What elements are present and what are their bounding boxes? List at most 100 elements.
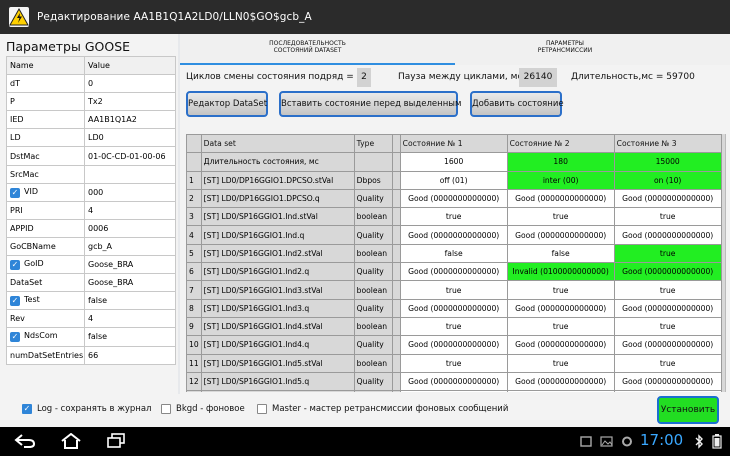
state-value-cell[interactable]: Good (0000000000000)	[613, 371, 722, 392]
install-button[interactable]: Установить	[657, 396, 719, 424]
state-value-cell[interactable]: Good (0000000000000)	[506, 298, 615, 318]
param-row[interactable]: SrcMac	[6, 164, 176, 184]
state-value-cell[interactable]: Good (0000000000000)	[506, 225, 615, 245]
state-value-cell[interactable]: Good (0000000000000)	[613, 188, 722, 209]
state-value-cell[interactable]: true	[613, 243, 722, 264]
duration-value[interactable]: 15000	[613, 152, 722, 172]
param-value[interactable]: 66	[84, 345, 176, 365]
table-row[interactable]: 4 [ST] LD0/SP16GGIO1.Ind.q Quality Good (00…	[186, 225, 722, 245]
param-row[interactable]: PRI 4	[6, 200, 176, 220]
state-value-cell[interactable]: Good (0000000000000)	[506, 335, 615, 355]
table-row[interactable]: 6 [ST] LD0/SP16GGIO1.Ind2.q Quality Good (0…	[186, 262, 722, 282]
param-row[interactable]: LD LD0	[6, 128, 176, 148]
state-value-cell[interactable]: on (10)	[613, 170, 722, 190]
param-row[interactable]: ✓ NdsCom false	[6, 327, 176, 347]
tab-retransmission-params[interactable]: ПАРАМЕТРЫ РЕТРАНСМИССИИ	[505, 40, 625, 54]
param-value[interactable]: 0	[84, 74, 176, 94]
param-value[interactable]: AA1B1Q1A2	[84, 110, 176, 130]
param-value[interactable]: 4	[84, 200, 176, 220]
param-row[interactable]: IED AA1B1Q1A2	[6, 110, 176, 130]
insert-state-button[interactable]: Вставить состояние перед выделенным	[279, 91, 461, 117]
param-row[interactable]: ✓ GoID Goose_BRA	[6, 255, 176, 275]
cycles-input[interactable]: 2	[357, 68, 371, 87]
state-value-cell[interactable]: true	[506, 207, 615, 227]
param-value[interactable]: Tx2	[84, 92, 176, 112]
master-checkbox[interactable]: Master - мастер ретрансмиссии фоновых со…	[257, 404, 508, 414]
table-row[interactable]: 13	[186, 390, 722, 392]
param-row[interactable]: Rev 4	[6, 309, 176, 329]
add-state-button[interactable]: Добавить состояние	[470, 91, 564, 117]
param-row[interactable]: ✓ VID 000	[6, 182, 176, 202]
pause-input[interactable]: 26140	[519, 68, 557, 87]
state-value-cell[interactable]: Good (0000000000000)	[399, 262, 508, 282]
param-value[interactable]: false	[84, 327, 176, 347]
param-row[interactable]: P Tx2	[6, 92, 176, 112]
param-row[interactable]: APPID 0006	[6, 218, 176, 238]
state-value-cell[interactable]: off (01)	[399, 170, 508, 190]
state-value-cell[interactable]: true	[399, 316, 508, 337]
state-value-cell[interactable]: Good (0000000000000)	[399, 371, 508, 392]
param-value[interactable]: LD0	[84, 128, 176, 148]
back-icon[interactable]	[14, 433, 36, 449]
state-value-cell[interactable]	[506, 390, 615, 392]
table-row[interactable]: 11 [ST] LD0/SP16GGIO1.Ind5.stVal boolean tr…	[186, 353, 722, 373]
state-value-cell[interactable]: true	[399, 280, 508, 300]
param-row[interactable]: dT 0	[6, 74, 176, 94]
state-value-cell[interactable]: Good (0000000000000)	[506, 371, 615, 392]
tab-dataset-sequence[interactable]: ПОСЛЕДОВАТЕЛЬНОСТЬ СОСТОЯНИЙ DATASET	[230, 40, 385, 54]
param-value[interactable]: gcb_A	[84, 236, 176, 257]
state-value-cell[interactable]: Good (0000000000000)	[613, 225, 722, 245]
state-value-cell[interactable]: true	[613, 353, 722, 373]
state-value-cell[interactable]	[613, 390, 722, 392]
checkbox-checked-icon[interactable]: ✓	[10, 332, 20, 343]
recent-apps-icon[interactable]	[106, 433, 126, 449]
param-row[interactable]: numDatSetEntries 66	[6, 345, 176, 365]
state-value-cell[interactable]: Good (0000000000000)	[506, 188, 615, 209]
bkgd-checkbox[interactable]: Bkgd - фоновое	[161, 404, 245, 414]
checkbox-checked-icon[interactable]: ✓	[10, 260, 20, 271]
dataset-editor-button[interactable]: Редактор DataSet	[186, 91, 268, 117]
state-value-cell[interactable]: true	[613, 207, 722, 227]
state-value-cell[interactable]: true	[506, 316, 615, 337]
table-row[interactable]: 12 [ST] LD0/SP16GGIO1.Ind5.q Quality Good (…	[186, 371, 722, 392]
state-value-cell[interactable]: true	[506, 353, 615, 373]
state-value-cell[interactable]: false	[506, 243, 615, 264]
home-icon[interactable]	[60, 433, 82, 450]
table-row[interactable]: 9 [ST] LD0/SP16GGIO1.Ind4.stVal boolean tru…	[186, 316, 722, 337]
table-row[interactable]: 3 [ST] LD0/SP16GGIO1.Ind.stVal boolean true…	[186, 207, 722, 227]
table-row[interactable]: 8 [ST] LD0/SP16GGIO1.Ind3.q Quality Good (0…	[186, 298, 722, 318]
table-row[interactable]: 7 [ST] LD0/SP16GGIO1.Ind3.stVal boolean tru…	[186, 280, 722, 300]
header-state-2[interactable]: Состояние № 2	[506, 134, 615, 154]
state-value-cell[interactable]: true	[399, 353, 508, 373]
state-value-cell[interactable]: true	[399, 207, 508, 227]
state-value-cell[interactable]: Good (0000000000000)	[399, 188, 508, 209]
param-value[interactable]: Goose_BRA	[84, 273, 176, 293]
state-value-cell[interactable]: true	[506, 280, 615, 300]
state-value-cell[interactable]: true	[613, 316, 722, 337]
param-value[interactable]: false	[84, 291, 176, 311]
param-value[interactable]: 01-0C-CD-01-00-06	[84, 146, 176, 166]
duration-value[interactable]: 1600	[399, 152, 508, 172]
table-row[interactable]: 2 [ST] LD0/DP16GGIO1.DPCSO.q Quality Good (…	[186, 188, 722, 209]
param-row[interactable]: DataSet Goose_BRA	[6, 273, 176, 293]
param-value[interactable]: 4	[84, 309, 176, 329]
state-value-cell[interactable]: Good (0000000000000)	[399, 225, 508, 245]
duration-value[interactable]: 180	[506, 152, 615, 172]
checkbox-checked-icon[interactable]: ✓	[10, 187, 20, 198]
state-value-cell[interactable]: true	[613, 280, 722, 300]
state-value-cell[interactable]: Good (0000000000000)	[399, 335, 508, 355]
checkbox-checked-icon[interactable]: ✓	[10, 296, 20, 307]
state-value-cell[interactable]: Invalid (0100000000000)	[506, 262, 615, 282]
header-state-1[interactable]: Состояние № 1	[399, 134, 508, 154]
table-row[interactable]: 10 [ST] LD0/SP16GGIO1.Ind4.q Quality Good (…	[186, 335, 722, 355]
param-row[interactable]: ✓ Test false	[6, 291, 176, 311]
state-value-cell[interactable]: Good (0000000000000)	[613, 335, 722, 355]
state-value-cell[interactable]: inter (00)	[506, 170, 615, 190]
table-row[interactable]: 1 [ST] LD0/DP16GGIO1.DPCSO.stVal Dbpos off …	[186, 170, 722, 190]
header-state-3[interactable]: Состояние № 3	[613, 134, 722, 154]
state-value-cell[interactable]: Good (0000000000000)	[613, 262, 722, 282]
state-value-cell[interactable]: false	[399, 243, 508, 264]
param-value[interactable]	[84, 164, 176, 184]
table-row[interactable]: 5 [ST] LD0/SP16GGIO1.Ind2.stVal boolean fal…	[186, 243, 722, 264]
state-value-cell[interactable]: Good (0000000000000)	[613, 298, 722, 318]
